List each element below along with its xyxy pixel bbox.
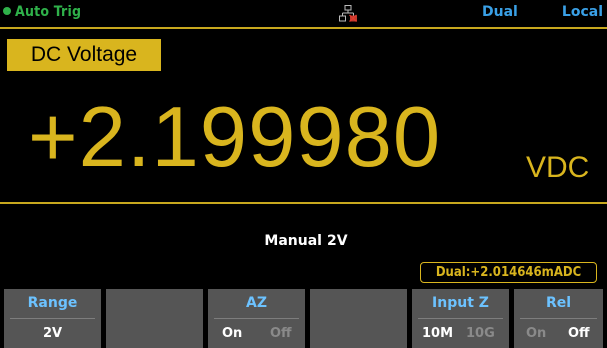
blank-softkey-4[interactable]	[310, 289, 407, 348]
softkey-separator	[418, 318, 503, 319]
multimeter-screen: Auto Trig Dual Local DC Voltage +2.19998…	[0, 0, 607, 348]
lan-icon	[339, 5, 357, 22]
range-mode: Manual	[264, 233, 322, 249]
trigger-status: Auto Trig	[3, 4, 81, 20]
reading-divider	[0, 202, 607, 204]
az-softkey[interactable]: AZ On Off	[208, 289, 305, 348]
status-bar: Auto Trig Dual Local	[0, 0, 607, 26]
az-softkey-label: AZ	[246, 295, 267, 311]
dual-status: Dual	[482, 4, 518, 20]
range-value: 2V	[326, 233, 348, 249]
softkey-separator	[520, 318, 597, 319]
range-softkey-label: Range	[27, 295, 78, 311]
dual-display-readout: Dual:+2.014646mADC	[420, 262, 597, 283]
softkey-bar: Range 2V AZ On Off Input Z 10M 10G Rel O…	[0, 285, 607, 348]
az-on-option: On	[222, 326, 243, 341]
rel-softkey-label: Rel	[545, 295, 572, 311]
input-z-10m-option: 10M	[422, 326, 454, 341]
trigger-status-text: Auto Trig	[15, 4, 82, 20]
range-info: Manual 2V	[0, 233, 607, 249]
local-status: Local	[561, 4, 603, 20]
range-softkey-value: 2V	[42, 326, 63, 341]
rel-softkey[interactable]: Rel On Off	[514, 289, 603, 348]
input-z-10g-option: 10G	[466, 326, 495, 341]
rel-off-option: Off	[568, 326, 590, 341]
function-tab: DC Voltage	[7, 39, 161, 71]
rel-on-option: On	[526, 326, 547, 341]
reading-unit: VDC	[526, 151, 590, 184]
softkey-separator	[214, 318, 299, 319]
input-z-softkey[interactable]: Input Z 10M 10G	[412, 289, 509, 348]
blank-softkey-2[interactable]	[106, 289, 203, 348]
main-reading: +2.199980	[28, 90, 442, 185]
softkey-separator	[10, 318, 95, 319]
status-divider	[0, 27, 607, 29]
az-off-option: Off	[270, 326, 292, 341]
range-softkey[interactable]: Range 2V	[4, 289, 101, 348]
input-z-softkey-label: Input Z	[432, 295, 489, 311]
trigger-indicator-icon	[3, 7, 11, 15]
